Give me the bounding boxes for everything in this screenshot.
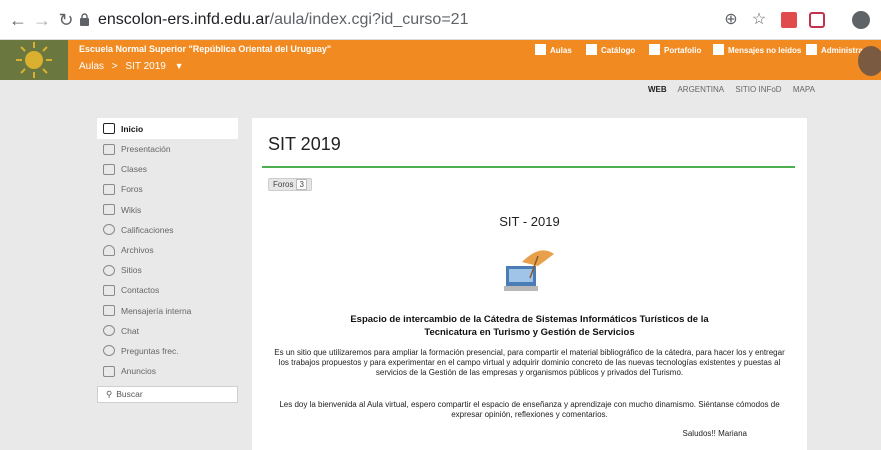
breadcrumb-separator: > bbox=[111, 61, 118, 72]
monitor-icon bbox=[103, 143, 115, 155]
link-sitio-infod[interactable]: SITIO INFoD bbox=[735, 85, 781, 94]
menu-aulas-label: Aulas bbox=[550, 46, 572, 55]
course-heading: SIT - 2019 bbox=[499, 214, 560, 229]
home-icon bbox=[103, 123, 115, 134]
description-line-1: Espacio de intercambio de la Cátedra de … bbox=[350, 314, 709, 325]
link-argentina[interactable]: ARGENTINA bbox=[677, 85, 724, 94]
back-arrow-icon[interactable]: ← bbox=[6, 8, 30, 32]
book-icon bbox=[586, 44, 597, 55]
portfolio-icon bbox=[649, 44, 660, 55]
extension-profile-icon[interactable] bbox=[850, 8, 872, 32]
search-placeholder: Buscar bbox=[116, 389, 143, 399]
sidebar-item-contactos[interactable]: Contactos bbox=[97, 280, 238, 300]
link-mapa[interactable]: MAPA bbox=[793, 85, 815, 94]
sidebar-item-label: Mensajería interna bbox=[121, 305, 192, 316]
avatar[interactable] bbox=[858, 46, 881, 76]
gear-icon bbox=[806, 44, 817, 55]
url-path: /aula/index.cgi?id_curso=21 bbox=[269, 11, 469, 28]
chevron-down-icon[interactable]: ▼ bbox=[175, 61, 184, 71]
sidebar-item-label: Archivos bbox=[121, 245, 154, 256]
sidebar-item-chat[interactable]: Chat bbox=[97, 321, 238, 341]
sidebar-item-inicio[interactable]: Inicio bbox=[97, 118, 238, 139]
wiki-icon bbox=[103, 204, 115, 216]
sidebar-item-label: Wikis bbox=[121, 204, 142, 215]
page-title: SIT 2019 bbox=[268, 134, 341, 154]
forward-arrow-icon[interactable]: → bbox=[30, 8, 54, 32]
sidebar-item-label: Foros bbox=[121, 184, 143, 195]
url-host: enscolon-ers.infd.edu.ar bbox=[98, 11, 270, 28]
search-icon: ⚲ bbox=[106, 389, 113, 399]
contacts-icon bbox=[103, 284, 115, 296]
sidebar-item-foros[interactable]: Foros bbox=[97, 179, 238, 199]
foros-count: 3 bbox=[296, 179, 307, 190]
browser-toolbar: ← → ↻ enscolon-ers.infd.edu.ar/aula/inde… bbox=[0, 0, 881, 40]
sidebar-item-label: Sitios bbox=[121, 265, 142, 276]
announcement-icon bbox=[103, 365, 115, 377]
star-icon[interactable]: ☆ bbox=[748, 8, 770, 32]
foros-badge[interactable]: Foros 3 bbox=[268, 178, 312, 191]
sidebar-item-label: Preguntas frec. bbox=[121, 345, 179, 356]
sidebar-item-presentacion[interactable]: Presentación bbox=[97, 139, 238, 159]
link-icon bbox=[103, 264, 115, 276]
breadcrumb-current[interactable]: SIT 2019 bbox=[125, 61, 165, 72]
extension-pocket-icon[interactable] bbox=[806, 8, 828, 32]
chat-icon bbox=[103, 325, 115, 337]
zoom-icon[interactable]: ⊕ bbox=[720, 8, 742, 32]
address-bar[interactable]: enscolon-ers.infd.edu.ar/aula/index.cgi?… bbox=[98, 6, 468, 34]
school-logo[interactable] bbox=[0, 40, 68, 80]
info-icon bbox=[103, 345, 115, 357]
sidebar-item-label: Chat bbox=[121, 325, 139, 336]
school-name[interactable]: Escuela Normal Superior "República Orien… bbox=[79, 44, 331, 54]
menu-catalogo-label: Catálogo bbox=[601, 46, 636, 55]
external-links: WEB ARGENTINA SITIO INFoD MAPA bbox=[648, 85, 824, 94]
sidebar-item-preguntas[interactable]: Preguntas frec. bbox=[97, 341, 238, 361]
menu-mensajes[interactable]: Mensajes no leídos bbox=[713, 44, 801, 55]
sidebar-item-label: Presentación bbox=[121, 144, 171, 155]
graduation-cap-icon bbox=[103, 163, 115, 175]
chat-bubbles-icon bbox=[103, 183, 115, 195]
sidebar-item-label: Anuncios bbox=[121, 366, 156, 377]
intro-paragraph: Es un sitio que utilizaremos para amplia… bbox=[274, 348, 785, 378]
sidebar-item-anuncios[interactable]: Anuncios bbox=[97, 361, 238, 381]
menu-aulas[interactable]: Aulas bbox=[535, 44, 572, 55]
sidebar-item-sitios[interactable]: Sitios bbox=[97, 260, 238, 280]
sidebar-item-archivos[interactable]: Archivos bbox=[97, 240, 238, 260]
menu-portafolio-label: Portafolio bbox=[664, 46, 702, 55]
search-input[interactable]: ⚲ Buscar bbox=[97, 386, 238, 403]
description-line-2: Tecnicatura en Turismo y Gestión de Serv… bbox=[424, 327, 635, 338]
institution-icon bbox=[535, 44, 546, 55]
sidebar-item-clases[interactable]: Clases bbox=[97, 159, 238, 179]
sidebar-item-label: Contactos bbox=[121, 285, 160, 296]
signature: Saludos!! Mariana bbox=[682, 429, 747, 438]
sidebar-item-label: Clases bbox=[121, 164, 147, 175]
sidebar: Inicio Presentación Clases Foros Wikis C… bbox=[97, 118, 238, 381]
welcome-paragraph: Les doy la bienvenida al Aula virtual, e… bbox=[279, 400, 780, 420]
menu-mensajes-label: Mensajes no leídos bbox=[728, 46, 802, 55]
beach-umbrella-computer-image bbox=[504, 250, 554, 291]
course-description-title: Espacio de intercambio de la Cátedra de … bbox=[252, 313, 807, 339]
sidebar-item-label: Calificaciones bbox=[121, 224, 174, 235]
menu-catalogo[interactable]: Catálogo bbox=[586, 44, 635, 55]
breadcrumb: Aulas > SIT 2019 ▼ bbox=[79, 61, 184, 72]
envelope-icon bbox=[713, 44, 724, 55]
sidebar-item-wikis[interactable]: Wikis bbox=[97, 200, 238, 220]
sidebar-item-calificaciones[interactable]: Calificaciones bbox=[97, 220, 238, 240]
link-web[interactable]: WEB bbox=[648, 85, 667, 94]
cloud-icon bbox=[103, 244, 115, 256]
envelope-icon bbox=[103, 305, 115, 317]
check-circle-icon bbox=[103, 224, 115, 236]
extension-pdf-icon[interactable] bbox=[778, 8, 800, 32]
sidebar-item-mensajeria[interactable]: Mensajería interna bbox=[97, 301, 238, 321]
title-divider bbox=[262, 166, 795, 168]
menu-portafolio[interactable]: Portafolio bbox=[649, 44, 701, 55]
breadcrumb-aulas[interactable]: Aulas bbox=[79, 61, 104, 72]
sun-emblem-icon bbox=[0, 40, 68, 80]
lock-icon bbox=[80, 13, 89, 26]
foros-badge-label: Foros bbox=[273, 180, 294, 189]
sidebar-item-label: Inicio bbox=[121, 123, 144, 134]
reload-icon[interactable]: ↻ bbox=[54, 8, 78, 32]
